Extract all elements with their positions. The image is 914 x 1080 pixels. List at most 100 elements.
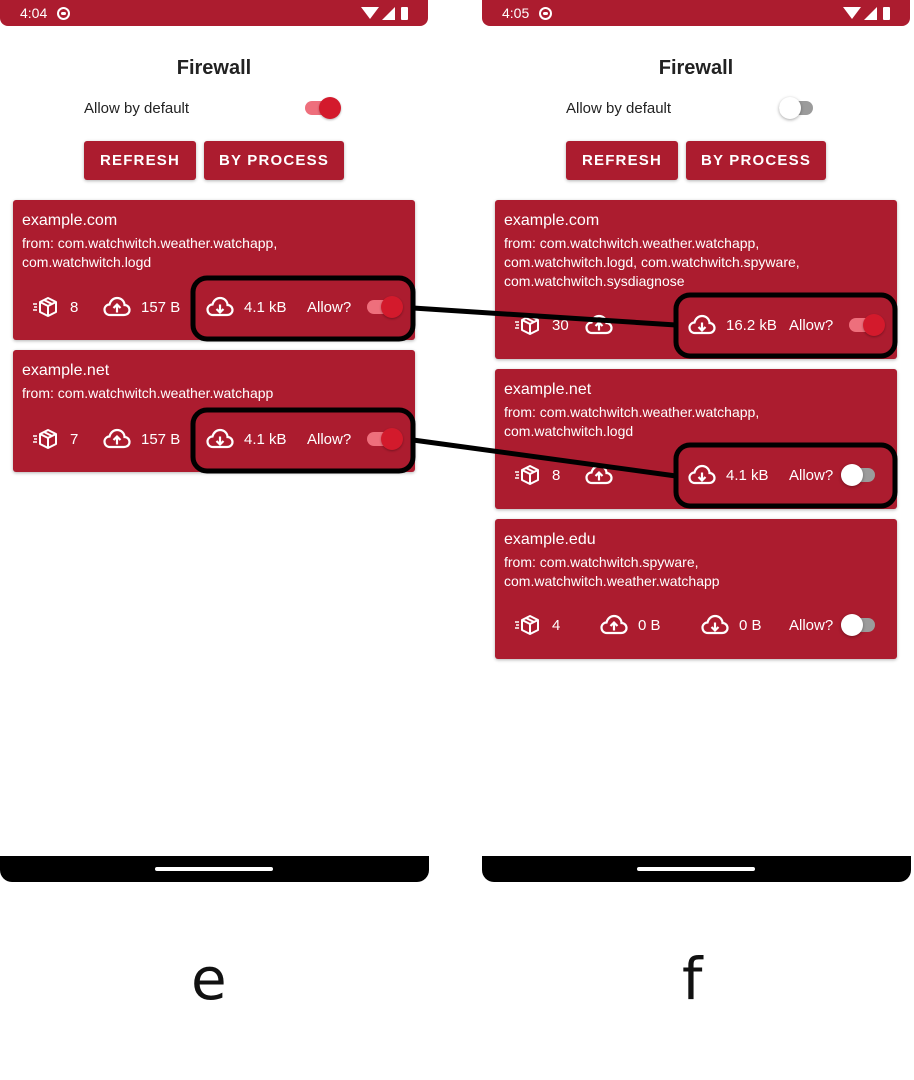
- package-box-icon: [515, 315, 539, 335]
- cloud-download-icon: [688, 464, 716, 485]
- cloud-download-icon: [688, 314, 716, 335]
- cloud-upload-icon: [103, 428, 131, 449]
- download-stat: 16.2 kB: [688, 310, 777, 340]
- packets-stat: 30: [514, 310, 569, 340]
- allow-by-default-label: Allow by default: [566, 100, 672, 117]
- cloud-download-icon: [206, 296, 234, 317]
- package-box-icon: [515, 615, 539, 635]
- download-bytes: 16.2 kB: [726, 316, 777, 334]
- stat-row: 30 16.2 kB Allow?: [495, 310, 897, 340]
- host-card: example.net from: com.watchwitch.weather…: [13, 350, 415, 472]
- refresh-button[interactable]: REFRESH: [566, 141, 678, 180]
- wifi-icon: [361, 7, 379, 19]
- stat-row: 4 0 B 0 B Allow?: [495, 610, 897, 640]
- card-host: example.net: [22, 362, 110, 379]
- card-host: example.com: [22, 212, 118, 229]
- upload-stat: 157 B: [103, 424, 180, 454]
- stat-row: 8 157 B 4.1 kB Allow?: [13, 292, 415, 322]
- cloud-upload-icon: [585, 314, 613, 335]
- stat-row: 7 157 B 4.1 kB Allow?: [13, 424, 415, 454]
- upload-stat: 157 B: [103, 292, 180, 322]
- card-from: from: com.watchwitch.spyware, com.watchw…: [504, 554, 720, 589]
- card-host: example.edu: [504, 531, 596, 548]
- allow-by-default-label: Allow by default: [84, 100, 190, 117]
- page-title: Firewall: [176, 57, 252, 79]
- phone-screen-e: 4:04 Firewall Allow by default REFRESH B…: [0, 0, 430, 882]
- cloud-upload-icon: [585, 464, 613, 485]
- upload-stat: [585, 310, 623, 340]
- status-bar: 4:04: [0, 0, 428, 26]
- home-indicator[interactable]: [637, 867, 755, 871]
- host-card: example.com from: com.watchwitch.weather…: [495, 200, 897, 359]
- card-host: example.net: [504, 381, 592, 398]
- allow-label: Allow?: [789, 317, 834, 334]
- wifi-icon: [843, 7, 861, 19]
- package-box-icon: [33, 429, 57, 449]
- allow-switch[interactable]: [849, 313, 885, 337]
- allow-by-default-switch[interactable]: [305, 96, 341, 120]
- package-box-icon: [515, 465, 539, 485]
- card-from: from: com.watchwitch.weather.watchapp, c…: [22, 235, 278, 270]
- notification-icon: [57, 6, 71, 20]
- upload-bytes: 157 B: [141, 430, 181, 448]
- upload-bytes: 157 B: [141, 298, 181, 316]
- cloud-upload-icon: [600, 614, 628, 635]
- home-indicator[interactable]: [155, 867, 273, 871]
- cloud-upload-icon: [103, 296, 131, 317]
- navigation-bar: [0, 856, 429, 882]
- allow-by-default-switch[interactable]: [779, 96, 815, 120]
- packets-count: 30: [552, 316, 569, 334]
- battery-icon: [401, 6, 408, 20]
- upload-stat: [585, 460, 623, 490]
- packets-count: 8: [70, 298, 79, 316]
- page-title: Firewall: [658, 57, 734, 79]
- package-box-icon: [33, 297, 57, 317]
- packets-count: 8: [552, 466, 561, 484]
- allow-label: Allow?: [307, 431, 352, 448]
- by-process-button[interactable]: BY PROCESS: [204, 141, 344, 180]
- card-from: from: com.watchwitch.weather.watchapp, c…: [504, 404, 760, 439]
- by-process-button[interactable]: BY PROCESS: [686, 141, 826, 180]
- download-bytes: 4.1 kB: [726, 466, 769, 484]
- signal-icon: [382, 6, 395, 20]
- allow-label: Allow?: [307, 299, 352, 316]
- host-card: example.net from: com.watchwitch.weather…: [495, 369, 897, 509]
- host-card: example.com from: com.watchwitch.weather…: [13, 200, 415, 340]
- refresh-button[interactable]: REFRESH: [84, 141, 196, 180]
- download-stat: 4.1 kB: [688, 460, 769, 490]
- packets-stat: 8: [514, 460, 560, 490]
- card-from: from: com.watchwitch.weather.watchapp: [22, 385, 274, 401]
- upload-stat: 0 B: [600, 610, 661, 640]
- notification-icon: [539, 6, 553, 20]
- host-card: example.edu from: com.watchwitch.spyware…: [495, 519, 897, 659]
- cloud-download-icon: [206, 428, 234, 449]
- upload-bytes: 0 B: [638, 616, 661, 634]
- battery-icon: [883, 6, 890, 20]
- allow-label: Allow?: [789, 617, 834, 634]
- navigation-bar: [482, 856, 911, 882]
- allow-switch[interactable]: [841, 613, 877, 637]
- status-bar: 4:05: [482, 0, 910, 26]
- packets-count: 7: [70, 430, 79, 448]
- phone-screen-f: 4:05 Firewall Allow by default REFRESH B…: [482, 0, 912, 882]
- packets-stat: 7: [32, 424, 78, 454]
- status-time: 4:05: [502, 5, 530, 21]
- packets-stat: 4: [514, 610, 560, 640]
- download-bytes: 4.1 kB: [244, 430, 287, 448]
- stat-row: 8 4.1 kB Allow?: [495, 460, 897, 490]
- allow-switch[interactable]: [841, 463, 877, 487]
- download-bytes: 0 B: [739, 616, 762, 634]
- download-stat: 0 B: [701, 610, 762, 640]
- download-stat: 4.1 kB: [206, 292, 287, 322]
- panel-caption: e: [191, 945, 227, 1013]
- card-host: example.com: [504, 212, 600, 229]
- signal-icon: [864, 6, 877, 20]
- cloud-download-icon: [701, 614, 729, 635]
- allow-switch[interactable]: [367, 295, 403, 319]
- status-time: 4:04: [20, 5, 48, 21]
- allow-switch[interactable]: [367, 427, 403, 451]
- allow-label: Allow?: [789, 467, 834, 484]
- packets-stat: 8: [32, 292, 78, 322]
- download-bytes: 4.1 kB: [244, 298, 287, 316]
- panel-caption: f: [682, 945, 703, 1013]
